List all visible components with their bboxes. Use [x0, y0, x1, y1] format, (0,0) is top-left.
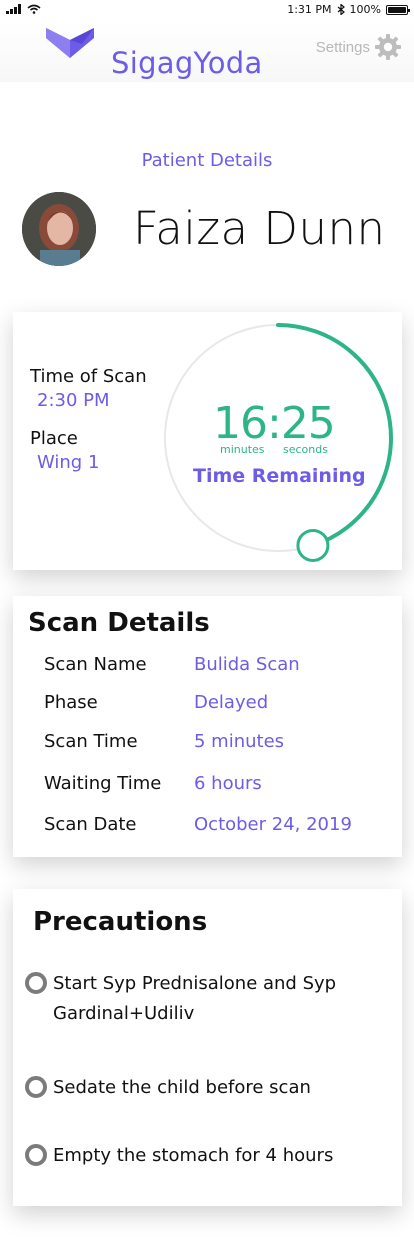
signal-icon	[6, 4, 21, 14]
bluetooth-icon	[337, 4, 345, 15]
waiting-time-label: Waiting Time	[44, 773, 162, 794]
scan-name-label: Scan Name	[44, 654, 147, 675]
status-bar: 1:31 PM 100%	[0, 0, 414, 22]
patient-details-label: Patient Details	[141, 150, 273, 171]
scan-time-label: Scan Time	[44, 731, 138, 752]
wifi-icon	[27, 4, 41, 14]
place-value: Wing 1	[37, 452, 100, 473]
precautions-heading: Precautions	[33, 907, 208, 937]
precaution-item[interactable]: Empty the stomach for 4 hours	[25, 1141, 373, 1171]
scan-timer-card: Time of Scan 2:30 PM Place Wing 1 16:25 …	[13, 312, 402, 570]
battery-percent: 100%	[349, 3, 381, 16]
scan-date-value: October 24, 2019	[194, 814, 352, 835]
scan-date-label: Scan Date	[44, 814, 137, 835]
precaution-item[interactable]: Sedate the child before scan	[25, 1073, 373, 1103]
radio-icon[interactable]	[25, 1076, 47, 1098]
precaution-text: Start Syp Prednisalone and Syp Gardinal+…	[53, 973, 337, 1024]
precaution-text: Sedate the child before scan	[53, 1077, 311, 1098]
place-label: Place	[30, 428, 78, 449]
settings-button[interactable]: Settings	[316, 33, 402, 61]
seconds-unit: seconds	[283, 443, 328, 456]
countdown-knob	[296, 528, 330, 562]
patient-name: Faiza Dunn	[133, 202, 386, 255]
precautions-card: Precautions Start Syp Prednisalone and S…	[13, 889, 402, 1206]
radio-icon[interactable]	[25, 1144, 47, 1166]
phase-label: Phase	[44, 692, 98, 713]
gear-icon	[375, 34, 401, 60]
scan-time-value: 5 minutes	[194, 731, 285, 752]
phase-value: Delayed	[194, 692, 269, 713]
patient-avatar	[22, 192, 96, 266]
scan-details-heading: Scan Details	[28, 608, 210, 638]
status-right: 1:31 PM 100%	[287, 3, 410, 16]
time-remaining-caption: Time Remaining	[193, 465, 366, 487]
app-logo-icon	[46, 28, 94, 58]
battery-icon	[386, 4, 410, 15]
scan-details-card: Scan Details Scan Name Bulida Scan Phase…	[13, 596, 402, 857]
countdown-value: 16:25	[213, 398, 336, 449]
time-of-scan-value: 2:30 PM	[37, 390, 110, 411]
scan-name-value: Bulida Scan	[194, 654, 300, 675]
waiting-time-value: 6 hours	[194, 773, 262, 794]
app-title: SigagYoda	[111, 46, 263, 80]
precaution-text: Empty the stomach for 4 hours	[53, 1145, 334, 1166]
precaution-item[interactable]: Start Syp Prednisalone and Syp Gardinal+…	[25, 969, 373, 1029]
status-time: 1:31 PM	[287, 3, 332, 16]
minutes-unit: minutes	[220, 443, 265, 456]
settings-label: Settings	[315, 38, 370, 56]
status-left	[6, 4, 41, 14]
time-of-scan-label: Time of Scan	[30, 366, 147, 387]
radio-icon[interactable]	[25, 972, 47, 994]
